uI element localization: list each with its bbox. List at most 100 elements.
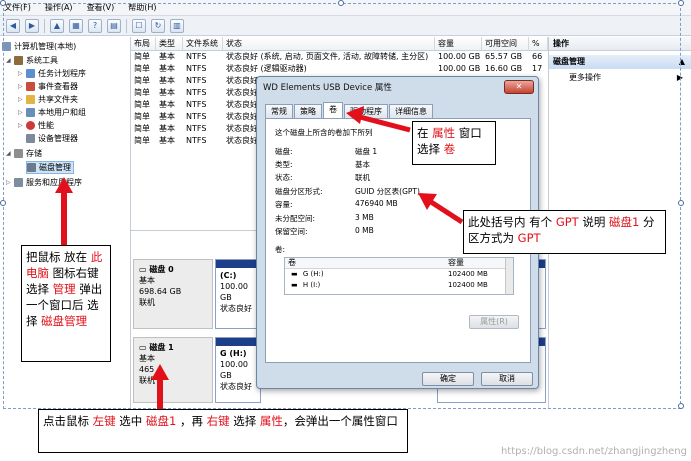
col-free-space[interactable]: 可用空间 bbox=[482, 37, 529, 50]
actions-title: 操作 bbox=[549, 37, 691, 51]
ok-button[interactable]: 确定 bbox=[422, 372, 474, 386]
note-select-disk-properties: 点击鼠标 左键 选中 磁盘1 ，再 右键 选择 属性，会弹出一个属性窗口 bbox=[38, 409, 408, 453]
tree-item-task-scheduler[interactable]: ▷ 任务计划程序 bbox=[18, 67, 86, 80]
tree-item-event-viewer[interactable]: ▷ 事件查看器 bbox=[18, 80, 78, 93]
help-icon[interactable]: ? bbox=[88, 18, 102, 33]
tab-driver[interactable]: 驱动程序 bbox=[344, 104, 388, 118]
prop-status: 状态: 联机 bbox=[275, 173, 370, 182]
expand-icon[interactable]: ▷ bbox=[18, 70, 26, 77]
prop-type: 类型: 基本 bbox=[275, 160, 370, 169]
tab-volumes[interactable]: 卷 bbox=[323, 102, 343, 118]
expand-icon[interactable]: ▷ bbox=[18, 83, 26, 90]
tree-item-disk-management[interactable]: 磁盘管理 bbox=[26, 161, 74, 174]
properties-icon[interactable]: ☐ bbox=[132, 18, 146, 33]
submenu-arrow-icon: ▶ bbox=[676, 73, 683, 82]
tree-item-services-apps[interactable]: ▷ 服务和应用程序 bbox=[6, 176, 82, 189]
partition-bar bbox=[216, 338, 260, 346]
resize-handle[interactable] bbox=[678, 403, 684, 409]
tree-item-performance[interactable]: ▷ 性能 bbox=[18, 119, 54, 132]
forward-icon[interactable]: ▶ bbox=[25, 18, 39, 33]
clock-icon bbox=[26, 69, 35, 78]
storage-icon bbox=[14, 149, 23, 158]
refresh-icon[interactable]: ↻ bbox=[151, 18, 165, 33]
volume-row[interactable]: 简单 基本 NTFS 状态良好 (系统, 启动, 页面文件, 活动, 故障转储, 主分… bbox=[131, 51, 548, 63]
volume-cell: 基本 bbox=[159, 136, 175, 145]
tree-item-device-manager[interactable]: 设备管理器 bbox=[26, 132, 78, 145]
tree-item-local-users[interactable]: ▷ 本地用户和组 bbox=[18, 106, 86, 119]
menu-action[interactable]: 操作(A) bbox=[45, 2, 73, 13]
volume-cell: NTFS bbox=[186, 112, 207, 121]
tab-policies[interactable]: 策略 bbox=[294, 104, 322, 118]
up-folder-icon[interactable]: ▲ bbox=[50, 18, 64, 33]
col-percent[interactable]: % bbox=[529, 37, 548, 50]
volumes-scrollbar[interactable] bbox=[505, 258, 513, 294]
disk-1-partition-h[interactable]: G (H:) 100.00 GB 状态良好 bbox=[215, 337, 261, 403]
col-status[interactable]: 状态 bbox=[223, 37, 435, 50]
expand-icon[interactable]: ▷ bbox=[18, 109, 26, 116]
volume-cell: NTFS bbox=[186, 100, 207, 109]
vol-col-capacity[interactable]: 容量 bbox=[445, 258, 464, 268]
collapse-icon[interactable]: ◢ bbox=[6, 150, 14, 157]
expand-icon[interactable]: ▷ bbox=[6, 179, 14, 186]
prop-capacity: 容量: 476940 MB bbox=[275, 199, 398, 209]
volumes-intro: 这个磁盘上所含的卷加下所列 bbox=[275, 128, 373, 137]
close-icon[interactable]: ✕ bbox=[504, 80, 534, 94]
toolbox-icon bbox=[14, 56, 23, 65]
prop-reserved: 保留空间: 0 MB bbox=[275, 226, 374, 236]
volumes-table: 卷 容量 ▬ G (H:) 102400 MB ▬ H (I:) 102400 … bbox=[284, 257, 514, 295]
expand-icon[interactable]: ▷ bbox=[18, 122, 26, 129]
vol-col-volume[interactable]: 卷 bbox=[285, 258, 445, 268]
col-capacity[interactable]: 容量 bbox=[435, 37, 482, 50]
volume-cell: 简单 bbox=[134, 88, 150, 97]
volume-cell: NTFS bbox=[186, 64, 207, 73]
prop-partition-style: 磁盘分区形式: GUID 分区表(GPT) bbox=[275, 187, 420, 196]
tree-item-computer-management[interactable]: 计算机管理(本地) bbox=[2, 40, 76, 53]
back-icon[interactable]: ◀ bbox=[6, 18, 20, 33]
menu-help[interactable]: 帮助(H) bbox=[128, 2, 156, 13]
menu-file[interactable]: 文件(F) bbox=[4, 2, 31, 13]
cancel-button[interactable]: 取消 bbox=[481, 372, 533, 386]
toolbar: ◀ ▶ ▲ ▦ ? ▤ ☐ ↻ ▥ bbox=[0, 16, 691, 36]
disk-1-label[interactable]: ▭ 磁盘 1 基本 465 联机 bbox=[133, 337, 213, 403]
collapse-up-icon[interactable]: ▲ bbox=[679, 55, 685, 69]
volume-row[interactable]: 简单 基本 NTFS 状态良好 (逻辑驱动器) 100.00 GB 16.60 GB 17 bbox=[131, 63, 548, 75]
menu-view[interactable]: 查看(V) bbox=[87, 2, 115, 13]
disk-0-label[interactable]: ▭ 磁盘 0 基本 698.64 GB 联机 bbox=[133, 259, 213, 329]
prop-unallocated: 未分配空间: 3 MB bbox=[275, 213, 374, 223]
more-actions-item[interactable]: 更多操作 ▶ bbox=[549, 71, 691, 85]
resize-handle[interactable] bbox=[338, 0, 344, 6]
volume-cell: 状态良好 (系统, 启动, 页面文件, 活动, 故障转储, 主分区) bbox=[226, 52, 429, 61]
partition-bar bbox=[216, 260, 260, 268]
resize-handle[interactable] bbox=[0, 0, 6, 6]
collapse-icon[interactable]: ◢ bbox=[6, 57, 14, 64]
device-manager-icon bbox=[26, 134, 35, 143]
disk-icon bbox=[27, 163, 36, 172]
volume-cell: NTFS bbox=[186, 88, 207, 97]
disk-0-partition-c[interactable]: (C:) 100.00 GB 状态良好 bbox=[215, 259, 261, 329]
volume-cell: 基本 bbox=[159, 76, 175, 85]
tree-item-shared-folders[interactable]: ▷ 共享文件夹 bbox=[18, 93, 78, 106]
properties-button[interactable]: 属性(R) bbox=[469, 315, 519, 329]
volume-cell: 基本 bbox=[159, 88, 175, 97]
list-view-icon[interactable]: ▥ bbox=[170, 18, 184, 33]
toolbar-separator bbox=[126, 18, 127, 33]
volume-cell: 简单 bbox=[134, 112, 150, 121]
resize-handle[interactable] bbox=[678, 200, 684, 206]
col-layout[interactable]: 布局 bbox=[131, 37, 156, 50]
volume-cell: 简单 bbox=[134, 136, 150, 145]
tab-details[interactable]: 详细信息 bbox=[389, 104, 433, 118]
resize-handle[interactable] bbox=[0, 200, 6, 206]
resize-handle[interactable] bbox=[678, 0, 684, 6]
tree-item-storage[interactable]: ◢ 存储 bbox=[6, 147, 42, 160]
volume-row[interactable]: ▬ H (I:) 102400 MB bbox=[285, 280, 513, 291]
tab-general[interactable]: 常规 bbox=[265, 104, 293, 118]
console-tree-icon[interactable]: ▦ bbox=[69, 18, 83, 33]
col-filesystem[interactable]: 文件系统 bbox=[183, 37, 223, 50]
volume-row[interactable]: ▬ G (H:) 102400 MB bbox=[285, 269, 513, 280]
tree-item-system-tools[interactable]: ◢ 系统工具 bbox=[6, 54, 58, 67]
expand-icon[interactable]: ▷ bbox=[18, 96, 26, 103]
col-type[interactable]: 类型 bbox=[156, 37, 183, 50]
actions-section-disk-management[interactable]: 磁盘管理 ▲ bbox=[549, 55, 691, 69]
services-icon bbox=[14, 178, 23, 187]
show-hide-icon[interactable]: ▤ bbox=[107, 18, 121, 33]
